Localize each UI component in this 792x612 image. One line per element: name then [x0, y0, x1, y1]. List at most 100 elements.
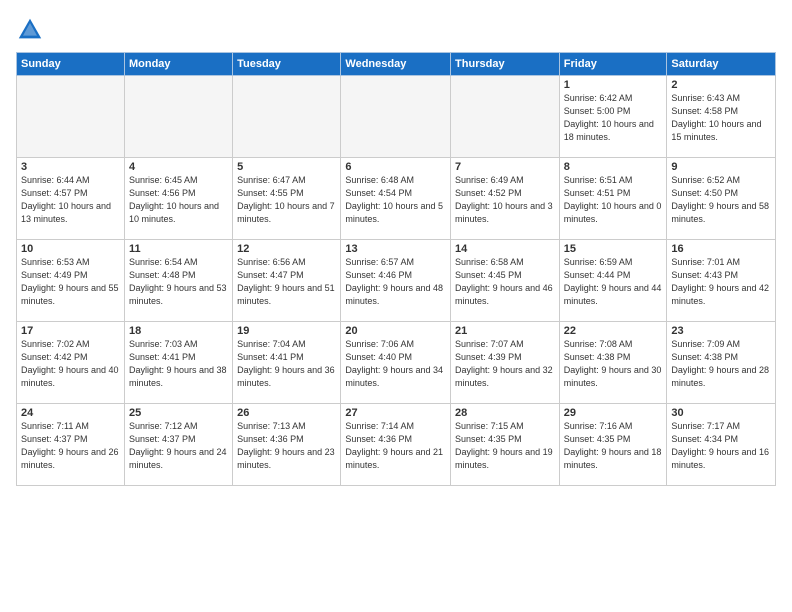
calendar-cell: 29Sunrise: 7:16 AM Sunset: 4:35 PM Dayli… [559, 404, 667, 486]
day-info: Sunrise: 7:16 AM Sunset: 4:35 PM Dayligh… [564, 420, 663, 472]
calendar-cell [451, 76, 560, 158]
calendar-cell: 24Sunrise: 7:11 AM Sunset: 4:37 PM Dayli… [17, 404, 125, 486]
calendar-header-row: SundayMondayTuesdayWednesdayThursdayFrid… [17, 53, 776, 76]
calendar-cell: 27Sunrise: 7:14 AM Sunset: 4:36 PM Dayli… [341, 404, 451, 486]
day-number: 16 [671, 243, 771, 255]
logo [16, 16, 48, 44]
calendar-cell: 21Sunrise: 7:07 AM Sunset: 4:39 PM Dayli… [451, 322, 560, 404]
col-header-friday: Friday [559, 53, 667, 76]
calendar-cell: 13Sunrise: 6:57 AM Sunset: 4:46 PM Dayli… [341, 240, 451, 322]
day-info: Sunrise: 7:03 AM Sunset: 4:41 PM Dayligh… [129, 338, 228, 390]
calendar-cell: 16Sunrise: 7:01 AM Sunset: 4:43 PM Dayli… [667, 240, 776, 322]
day-number: 28 [455, 407, 555, 419]
day-info: Sunrise: 6:49 AM Sunset: 4:52 PM Dayligh… [455, 174, 555, 226]
calendar-cell: 11Sunrise: 6:54 AM Sunset: 4:48 PM Dayli… [124, 240, 232, 322]
day-number: 7 [455, 161, 555, 173]
day-info: Sunrise: 7:15 AM Sunset: 4:35 PM Dayligh… [455, 420, 555, 472]
day-number: 18 [129, 325, 228, 337]
calendar-cell: 28Sunrise: 7:15 AM Sunset: 4:35 PM Dayli… [451, 404, 560, 486]
col-header-tuesday: Tuesday [233, 53, 341, 76]
day-info: Sunrise: 7:06 AM Sunset: 4:40 PM Dayligh… [345, 338, 446, 390]
col-header-sunday: Sunday [17, 53, 125, 76]
day-number: 5 [237, 161, 336, 173]
day-number: 24 [21, 407, 120, 419]
calendar-cell: 23Sunrise: 7:09 AM Sunset: 4:38 PM Dayli… [667, 322, 776, 404]
calendar-cell: 12Sunrise: 6:56 AM Sunset: 4:47 PM Dayli… [233, 240, 341, 322]
calendar-cell: 6Sunrise: 6:48 AM Sunset: 4:54 PM Daylig… [341, 158, 451, 240]
calendar-cell: 10Sunrise: 6:53 AM Sunset: 4:49 PM Dayli… [17, 240, 125, 322]
col-header-thursday: Thursday [451, 53, 560, 76]
day-info: Sunrise: 6:52 AM Sunset: 4:50 PM Dayligh… [671, 174, 771, 226]
day-info: Sunrise: 6:47 AM Sunset: 4:55 PM Dayligh… [237, 174, 336, 226]
page: SundayMondayTuesdayWednesdayThursdayFrid… [0, 0, 792, 612]
day-number: 30 [671, 407, 771, 419]
day-number: 6 [345, 161, 446, 173]
day-info: Sunrise: 6:53 AM Sunset: 4:49 PM Dayligh… [21, 256, 120, 308]
day-number: 15 [564, 243, 663, 255]
day-info: Sunrise: 7:17 AM Sunset: 4:34 PM Dayligh… [671, 420, 771, 472]
calendar-cell: 5Sunrise: 6:47 AM Sunset: 4:55 PM Daylig… [233, 158, 341, 240]
calendar-cell: 3Sunrise: 6:44 AM Sunset: 4:57 PM Daylig… [17, 158, 125, 240]
calendar-cell [341, 76, 451, 158]
calendar-cell: 9Sunrise: 6:52 AM Sunset: 4:50 PM Daylig… [667, 158, 776, 240]
day-info: Sunrise: 6:42 AM Sunset: 5:00 PM Dayligh… [564, 92, 663, 144]
day-number: 10 [21, 243, 120, 255]
calendar-cell: 15Sunrise: 6:59 AM Sunset: 4:44 PM Dayli… [559, 240, 667, 322]
day-info: Sunrise: 7:02 AM Sunset: 4:42 PM Dayligh… [21, 338, 120, 390]
day-number: 12 [237, 243, 336, 255]
day-info: Sunrise: 6:57 AM Sunset: 4:46 PM Dayligh… [345, 256, 446, 308]
day-info: Sunrise: 6:48 AM Sunset: 4:54 PM Dayligh… [345, 174, 446, 226]
calendar-cell [17, 76, 125, 158]
calendar-cell: 22Sunrise: 7:08 AM Sunset: 4:38 PM Dayli… [559, 322, 667, 404]
calendar-cell [124, 76, 232, 158]
day-number: 2 [671, 79, 771, 91]
day-info: Sunrise: 7:09 AM Sunset: 4:38 PM Dayligh… [671, 338, 771, 390]
day-info: Sunrise: 7:11 AM Sunset: 4:37 PM Dayligh… [21, 420, 120, 472]
calendar-cell: 18Sunrise: 7:03 AM Sunset: 4:41 PM Dayli… [124, 322, 232, 404]
calendar-cell: 25Sunrise: 7:12 AM Sunset: 4:37 PM Dayli… [124, 404, 232, 486]
day-info: Sunrise: 6:54 AM Sunset: 4:48 PM Dayligh… [129, 256, 228, 308]
day-number: 1 [564, 79, 663, 91]
calendar-cell: 1Sunrise: 6:42 AM Sunset: 5:00 PM Daylig… [559, 76, 667, 158]
day-number: 19 [237, 325, 336, 337]
calendar-cell: 20Sunrise: 7:06 AM Sunset: 4:40 PM Dayli… [341, 322, 451, 404]
logo-icon [16, 16, 44, 44]
day-number: 20 [345, 325, 446, 337]
col-header-wednesday: Wednesday [341, 53, 451, 76]
day-number: 3 [21, 161, 120, 173]
day-number: 17 [21, 325, 120, 337]
day-info: Sunrise: 7:08 AM Sunset: 4:38 PM Dayligh… [564, 338, 663, 390]
calendar: SundayMondayTuesdayWednesdayThursdayFrid… [16, 52, 776, 486]
week-row-2: 10Sunrise: 6:53 AM Sunset: 4:49 PM Dayli… [17, 240, 776, 322]
day-number: 14 [455, 243, 555, 255]
day-number: 25 [129, 407, 228, 419]
day-number: 21 [455, 325, 555, 337]
week-row-3: 17Sunrise: 7:02 AM Sunset: 4:42 PM Dayli… [17, 322, 776, 404]
calendar-cell: 17Sunrise: 7:02 AM Sunset: 4:42 PM Dayli… [17, 322, 125, 404]
week-row-1: 3Sunrise: 6:44 AM Sunset: 4:57 PM Daylig… [17, 158, 776, 240]
calendar-cell: 19Sunrise: 7:04 AM Sunset: 4:41 PM Dayli… [233, 322, 341, 404]
day-number: 13 [345, 243, 446, 255]
calendar-cell: 2Sunrise: 6:43 AM Sunset: 4:58 PM Daylig… [667, 76, 776, 158]
day-info: Sunrise: 7:01 AM Sunset: 4:43 PM Dayligh… [671, 256, 771, 308]
week-row-4: 24Sunrise: 7:11 AM Sunset: 4:37 PM Dayli… [17, 404, 776, 486]
day-number: 29 [564, 407, 663, 419]
col-header-monday: Monday [124, 53, 232, 76]
calendar-cell: 14Sunrise: 6:58 AM Sunset: 4:45 PM Dayli… [451, 240, 560, 322]
calendar-cell: 26Sunrise: 7:13 AM Sunset: 4:36 PM Dayli… [233, 404, 341, 486]
day-number: 9 [671, 161, 771, 173]
day-info: Sunrise: 7:13 AM Sunset: 4:36 PM Dayligh… [237, 420, 336, 472]
calendar-cell [233, 76, 341, 158]
day-info: Sunrise: 6:44 AM Sunset: 4:57 PM Dayligh… [21, 174, 120, 226]
day-info: Sunrise: 6:43 AM Sunset: 4:58 PM Dayligh… [671, 92, 771, 144]
day-info: Sunrise: 6:51 AM Sunset: 4:51 PM Dayligh… [564, 174, 663, 226]
day-info: Sunrise: 6:45 AM Sunset: 4:56 PM Dayligh… [129, 174, 228, 226]
day-number: 23 [671, 325, 771, 337]
day-number: 27 [345, 407, 446, 419]
day-number: 26 [237, 407, 336, 419]
day-number: 8 [564, 161, 663, 173]
day-info: Sunrise: 6:58 AM Sunset: 4:45 PM Dayligh… [455, 256, 555, 308]
day-info: Sunrise: 7:07 AM Sunset: 4:39 PM Dayligh… [455, 338, 555, 390]
day-number: 11 [129, 243, 228, 255]
header [16, 16, 776, 44]
